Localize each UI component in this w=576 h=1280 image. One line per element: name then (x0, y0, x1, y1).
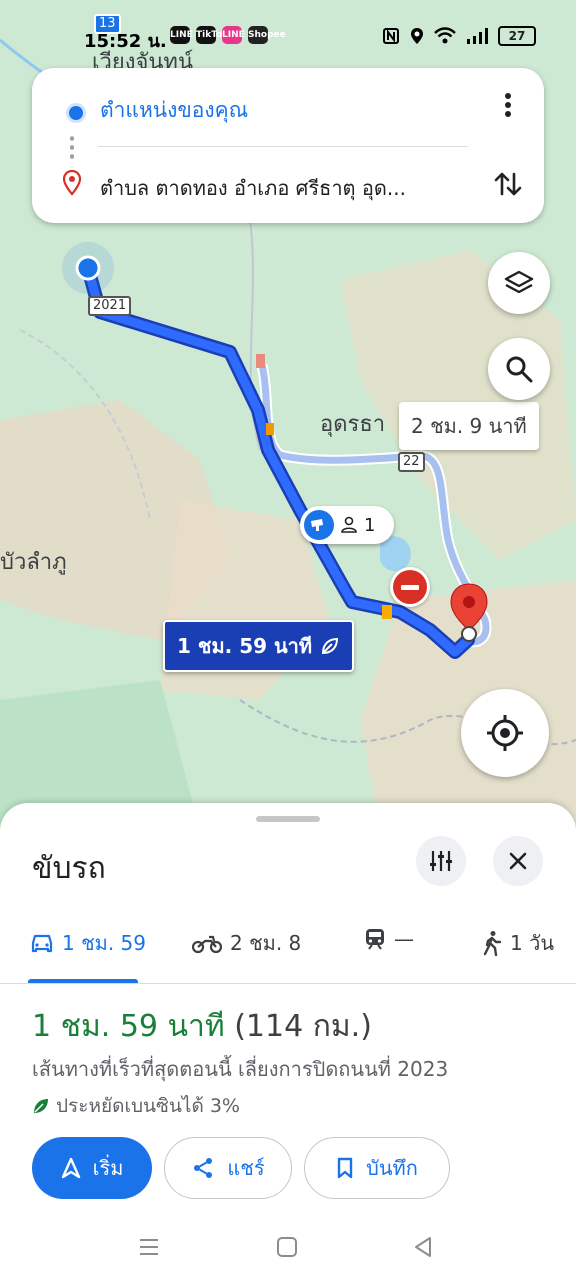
route-duration: 1 ชม. 59 นาที (32, 1009, 225, 1044)
motorbike-icon (192, 935, 222, 954)
walk-icon (483, 931, 502, 956)
location-icon (411, 28, 423, 44)
camera-count: 1 (364, 514, 376, 536)
sheet-drag-handle[interactable] (256, 816, 320, 822)
tab-transit[interactable]: — (364, 927, 414, 951)
swap-origin-destination-button[interactable] (490, 166, 526, 202)
layers-icon (504, 270, 534, 294)
more-options-button[interactable] (494, 92, 522, 124)
road-shield-22: 22 (398, 452, 425, 472)
tab-motorbike-label: 2 ชม. 8 (230, 931, 302, 955)
close-icon (509, 852, 527, 870)
search-icon (506, 356, 533, 383)
search-along-route-button[interactable] (488, 338, 550, 400)
navigation-icon (61, 1157, 80, 1179)
start-button[interactable]: เริ่ม (32, 1137, 152, 1199)
destination-pin-icon[interactable] (448, 582, 490, 644)
person-icon (341, 516, 357, 533)
eco-leaf-icon (322, 637, 339, 655)
crosshair-icon (487, 715, 523, 751)
status-app-icons: LINE TikTok LINE Shopee (170, 26, 286, 44)
road-shield-2021: 2021 (88, 296, 132, 316)
tune-icon (430, 851, 452, 871)
train-icon (366, 929, 384, 950)
wifi-icon (434, 27, 456, 44)
sheet-title: ขับรถ (32, 851, 106, 886)
route-description: เส้นทางที่เร็วที่สุดตอนนี้ เลี่ยงการปิดถ… (32, 1057, 449, 1081)
share-button[interactable]: แชร์ (164, 1137, 292, 1199)
share-icon (194, 1158, 213, 1178)
fuel-savings-text: ประหยัดเบนซินได้ 3% (56, 1095, 240, 1117)
directions-card: ตำแหน่งของคุณ ตำบล ตาดทอง อำเภอ ศรีธาตุ … (32, 68, 544, 223)
route-distance: (114 กม.) (234, 1009, 372, 1044)
speed-camera-icon (304, 510, 334, 540)
my-location-button[interactable] (461, 689, 549, 777)
closure-inner (393, 570, 427, 604)
recent-apps-icon[interactable] (134, 1232, 164, 1262)
tab-walk[interactable]: 1 วัน (482, 927, 554, 959)
shopee-app-icon: Shopee (248, 26, 286, 44)
origin-dot-icon (66, 103, 86, 123)
tabs-divider (0, 983, 576, 984)
route-alt-time-label[interactable]: 2 ชม. 9 นาที (399, 402, 539, 450)
travel-mode-tabs: 1 ชม. 59 2 ชม. 8 — 1 วัน (0, 913, 576, 984)
save-button-label: บันทึก (366, 1156, 418, 1180)
nfc-icon (383, 28, 399, 44)
home-icon[interactable] (272, 1232, 302, 1262)
tab-transit-label: — (394, 927, 414, 951)
eco-leaf-icon (34, 1099, 48, 1113)
fuel-savings: ประหยัดเบนซินได้ 3% (32, 1091, 240, 1121)
road-closure-icon[interactable] (390, 567, 430, 607)
status-time: 15:52 น. (84, 31, 167, 52)
route-summary[interactable]: 1 ชม. 59 นาที (114 กม.) (32, 1003, 372, 1050)
line-app-icon-2: LINE (222, 26, 245, 44)
battery-indicator: 27 (498, 26, 536, 46)
tab-car[interactable]: 1 ชม. 59 (30, 927, 146, 959)
destination-input[interactable]: ตำบล ตาดทอง อำเภอ ศรีธาตุ อุด... (100, 172, 406, 204)
speed-camera-chip[interactable]: 1 (300, 506, 394, 544)
status-bar: 15:52 น. LINE TikTok LINE Shopee 27 (0, 18, 576, 58)
card-divider (98, 146, 468, 147)
start-button-label: เริ่ม (92, 1156, 124, 1180)
directions-bottom-sheet: ขับรถ 1 ชม. 59 2 ชม. 8 — 1 วัน 1 ชม. 59 … (0, 803, 576, 1280)
tiktok-app-icon: TikTok (196, 26, 228, 44)
system-navigation-bar (0, 1210, 576, 1280)
tab-motorbike[interactable]: 2 ชม. 8 (192, 927, 301, 959)
route-connector-dots (70, 134, 74, 162)
tab-car-label: 1 ชม. 59 (62, 931, 147, 955)
line-app-icon: LINE (170, 26, 193, 44)
map-label-town-left: บัวลำภู (0, 550, 67, 575)
swap-vert-icon (494, 172, 522, 196)
bookmark-icon (337, 1157, 353, 1179)
map-label-udon: อุดรธา (320, 412, 386, 437)
more-vert-icon (505, 93, 511, 117)
route-options-button[interactable] (416, 836, 466, 886)
close-button[interactable] (493, 836, 543, 886)
origin-input[interactable]: ตำแหน่งของคุณ (100, 94, 248, 127)
closure-bar (401, 584, 419, 590)
share-button-label: แชร์ (227, 1156, 265, 1180)
car-icon (31, 934, 53, 953)
status-system-icons: 27 (382, 26, 536, 46)
back-icon[interactable] (408, 1232, 438, 1262)
route-main-time-text: 1 ชม. 59 นาที (177, 634, 313, 658)
tab-walk-label: 1 วัน (510, 931, 554, 955)
signal-icon (467, 28, 488, 44)
save-button[interactable]: บันทึก (304, 1137, 450, 1199)
route-main-time-label[interactable]: 1 ชม. 59 นาที (163, 620, 355, 672)
destination-marker-icon (62, 170, 82, 196)
layers-button[interactable] (488, 252, 550, 314)
